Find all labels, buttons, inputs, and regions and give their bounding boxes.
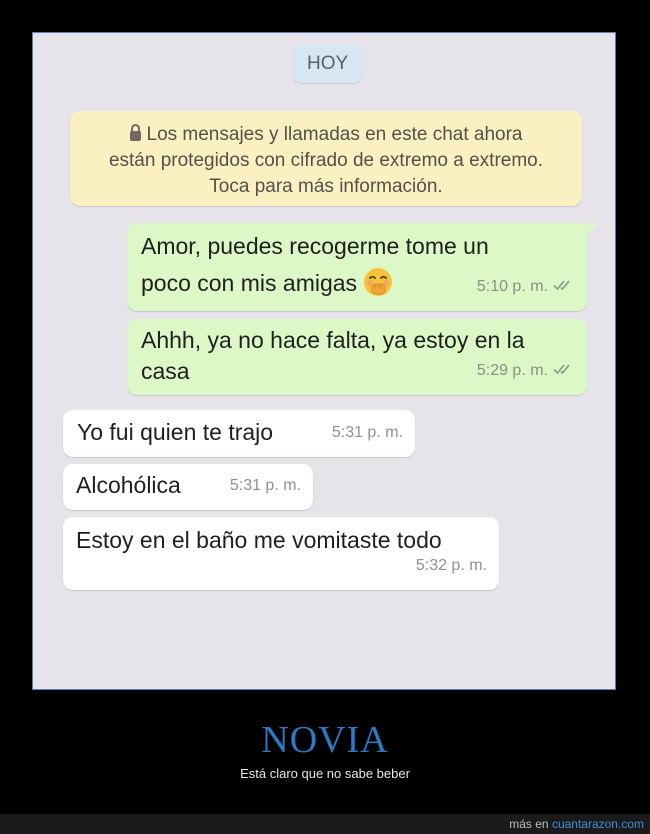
message-bubble-incoming[interactable]: Estoy en el baño me vomitaste todo 5:32 … xyxy=(63,517,499,590)
message-text: poco con mis amigas xyxy=(141,270,358,296)
encryption-notice-text-1: Los mensajes y llamadas en este chat aho… xyxy=(146,124,523,145)
message-meta: 5:29 p. m. xyxy=(477,352,575,389)
caption-title: NOVIA xyxy=(261,719,389,761)
message-text: Yo fui quien te trajo xyxy=(77,419,274,445)
encryption-notice[interactable]: Los mensajes y llamadas en este chat aho… xyxy=(70,111,582,206)
footer-prefix: más en xyxy=(509,817,549,831)
chat-screenshot: HOY Los mensajes y llamadas en este chat… xyxy=(32,32,616,690)
message-text-line: Amor, puedes recogerme tome un xyxy=(141,233,489,259)
encryption-notice-line: Los mensajes y llamadas en este chat aho… xyxy=(82,122,570,148)
message-bubble-incoming[interactable]: Alcohólica 5:31 p. m. xyxy=(63,464,313,510)
caption-subtitle: Está claro que no sabe beber xyxy=(240,766,410,781)
double-check-icon xyxy=(553,280,570,291)
message-bubble-outgoing[interactable]: Ahhh, ya no hace falta, ya estoy en la c… xyxy=(127,319,587,395)
encryption-notice-text-2: están protegidos con cifrado de extremo … xyxy=(108,150,544,171)
message-text: Alcohólica xyxy=(76,472,181,498)
encryption-notice-text-3: Toca para más información. xyxy=(209,176,443,197)
message-bubble-outgoing[interactable]: Amor, puedes recogerme tome un poco con … xyxy=(127,223,598,311)
message-time: 5:31 p. m. xyxy=(229,477,301,494)
message-bubble-incoming[interactable]: Yo fui quien te trajo 5:31 p. m. xyxy=(63,410,415,457)
message-time: 5:10 p. m. xyxy=(476,278,548,295)
message-meta: 5:10 p. m. xyxy=(477,268,575,305)
face-with-hand-over-mouth-icon xyxy=(364,268,393,296)
footer-bar: más en cuantarazon.com xyxy=(0,814,650,834)
footer-text: más en cuantarazon.com xyxy=(509,817,644,831)
footer-site-link[interactable]: cuantarazon.com xyxy=(552,817,644,831)
message-time: 5:31 p. m. xyxy=(331,424,403,441)
message-time: 5:29 p. m. xyxy=(476,362,548,379)
double-check-icon xyxy=(553,364,570,375)
date-separator: HOY xyxy=(293,45,363,83)
lock-icon xyxy=(129,124,141,141)
message-time: 5:32 p. m. xyxy=(415,557,487,574)
